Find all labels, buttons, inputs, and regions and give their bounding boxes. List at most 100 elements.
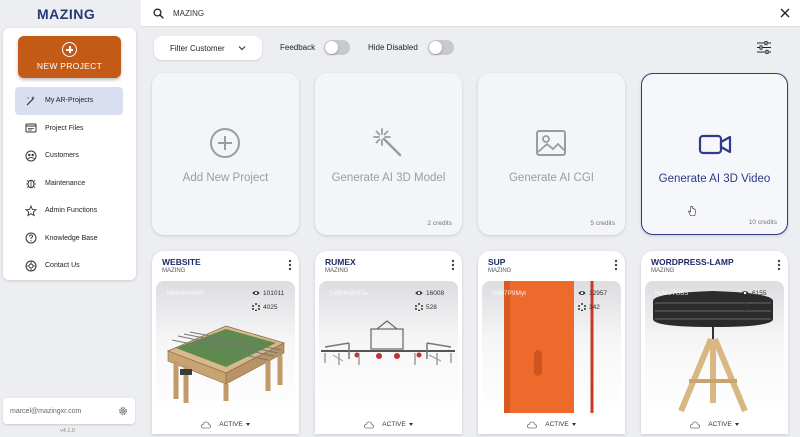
sidebar-item-contact-us[interactable]: Contact Us	[15, 252, 123, 280]
hide-disabled-toggle[interactable]	[428, 40, 454, 55]
filter-customer-dropdown[interactable]: Filter Customer	[154, 36, 262, 60]
project-id: N6e7P9Myt	[492, 290, 526, 297]
more-vertical-icon[interactable]	[451, 259, 455, 271]
logo[interactable]: MAZING	[37, 6, 95, 22]
eye-icon	[741, 291, 749, 295]
project-thumbnail[interactable]: 1V8HvuR6Tw 16008 528	[319, 281, 458, 413]
status-dropdown[interactable]: ACTIVE	[382, 421, 413, 428]
more-vertical-icon[interactable]	[614, 259, 618, 271]
cube-dots-icon	[741, 303, 749, 311]
view-count: 16008	[415, 289, 444, 297]
more-vertical-icon[interactable]	[288, 259, 292, 271]
help-icon	[25, 232, 37, 244]
search-input[interactable]	[173, 6, 733, 20]
new-project-button[interactable]: NEW PROJECT	[18, 36, 121, 78]
view-count-value: 101011	[263, 289, 285, 297]
project-card-wordpress-lamp[interactable]: WORDPRESS-LAMP MAZING hcMU7UB5 6155 78 A…	[641, 251, 788, 434]
project-card-rumex[interactable]: RUMEX MAZING 1V8HvuR6Tw 16008 528 ACTIVE	[315, 251, 462, 434]
close-icon[interactable]	[780, 8, 790, 18]
sidebar-item-label: Knowledge Base	[45, 234, 98, 242]
caret-down-icon	[571, 423, 576, 426]
customers-icon	[25, 150, 37, 162]
project-thumbnail[interactable]: hcMU7UB5 6155 78	[645, 281, 784, 413]
feedback-label: Feedback	[280, 43, 316, 52]
cloud-icon[interactable]	[201, 421, 212, 429]
project-name: WEBSITE	[162, 257, 201, 267]
generate-ai-3d-video-card[interactable]: Generate AI 3D Video 10 credits	[641, 73, 788, 235]
card-credits: 5 credits	[590, 220, 615, 227]
view-count-value: 16008	[426, 289, 445, 297]
caret-down-icon	[408, 423, 413, 426]
sidebar-item-project-files[interactable]: Project Files	[15, 115, 123, 143]
filter-customer-label: Filter Customer	[170, 43, 225, 53]
part-count: 4025	[252, 303, 277, 311]
new-project-label: NEW PROJECT	[36, 61, 103, 71]
bug-icon	[26, 179, 36, 189]
cloud-icon[interactable]	[527, 421, 538, 429]
view-count-value: 12957	[589, 289, 608, 297]
gear-icon[interactable]	[118, 406, 128, 416]
project-card-website[interactable]: WEBSITE MAZING 1W84dvx60F 101011 4025 AC…	[152, 251, 299, 434]
status-dropdown[interactable]: ACTIVE	[219, 421, 250, 428]
project-footer: ACTIVE	[315, 415, 462, 434]
project-footer: ACTIVE	[478, 415, 625, 434]
plus-circle-icon	[62, 42, 77, 57]
card-title: Add New Project	[182, 172, 269, 184]
status-label: ACTIVE	[545, 421, 569, 428]
caret-down-icon	[734, 423, 739, 426]
project-id: 1W84dvx60F	[166, 290, 205, 297]
project-thumbnail[interactable]: 1W84dvx60F 101011 4025	[156, 281, 295, 413]
star-icon	[25, 204, 37, 217]
feedback-toggle[interactable]	[324, 40, 350, 55]
project-thumbnail[interactable]: N6e7P9Myt 12957 342	[482, 281, 621, 413]
generate-ai-3d-model-card[interactable]: Generate AI 3D Model 2 credits	[315, 73, 462, 235]
cloud-icon[interactable]	[690, 421, 701, 429]
project-footer: ACTIVE	[152, 415, 299, 434]
cube-dots-icon	[578, 303, 586, 311]
sidebar-item-maintenance[interactable]: Maintenance	[15, 170, 123, 198]
status-dropdown[interactable]: ACTIVE	[545, 421, 576, 428]
generate-ai-cgi-card[interactable]: Generate AI CGI 5 credits	[478, 73, 625, 235]
view-count: 6155	[741, 289, 766, 297]
project-customer: MAZING	[488, 268, 512, 274]
project-name: SUP	[488, 257, 506, 267]
project-customer: MAZING	[651, 268, 675, 274]
sidebar-item-label: Maintenance	[45, 179, 86, 187]
caret-down-icon	[245, 423, 250, 426]
sidebar-item-label: My AR-Projects	[45, 97, 94, 105]
user-email: marcel@mazingxr.com	[10, 407, 82, 415]
status-dropdown[interactable]: ACTIVE	[708, 421, 739, 428]
project-card-sup[interactable]: SUP MAZING N6e7P9Myt 12957 342 ACTIVE	[478, 251, 625, 434]
contact-icon	[25, 260, 37, 272]
project-name: WORDPRESS-LAMP	[651, 257, 734, 267]
sidebar-item-label: Project Files	[45, 124, 84, 132]
project-customer: MAZING	[325, 268, 349, 274]
sidebar-item-knowledge-base[interactable]: Knowledge Base	[15, 225, 123, 253]
card-title: Generate AI 3D Model	[331, 172, 446, 184]
search-icon	[153, 8, 164, 19]
eye-icon	[415, 291, 423, 295]
cloud-icon[interactable]	[364, 421, 375, 429]
card-credits: 10 credits	[748, 219, 777, 226]
add-new-project-card[interactable]: Add New Project	[152, 73, 299, 235]
sliders-icon[interactable]	[757, 41, 771, 54]
hide-disabled-label: Hide Disabled	[368, 43, 418, 52]
sidebar-item-my-ar-projects[interactable]: My AR-Projects	[15, 87, 123, 115]
sidebar-item-admin-functions[interactable]: Admin Functions	[15, 197, 123, 225]
status-label: ACTIVE	[219, 421, 243, 428]
view-count: 101011	[252, 289, 284, 297]
cube-dots-icon	[415, 303, 423, 311]
project-name: RUMEX	[325, 257, 356, 267]
part-count-value: 4025	[263, 303, 278, 311]
wand-icon	[26, 95, 35, 106]
view-count: 12957	[578, 289, 607, 297]
more-vertical-icon[interactable]	[777, 259, 781, 271]
user-account[interactable]: marcel@mazingxr.com	[3, 398, 135, 424]
plus-circle-icon	[210, 128, 240, 158]
part-count-value: 78	[752, 303, 760, 311]
hand-cursor-icon	[688, 206, 696, 216]
sidebar-item-customers[interactable]: Customers	[15, 142, 123, 170]
sidebar-item-label: Customers	[45, 152, 79, 160]
files-icon	[25, 123, 37, 133]
card-title: Generate AI CGI	[508, 172, 594, 184]
